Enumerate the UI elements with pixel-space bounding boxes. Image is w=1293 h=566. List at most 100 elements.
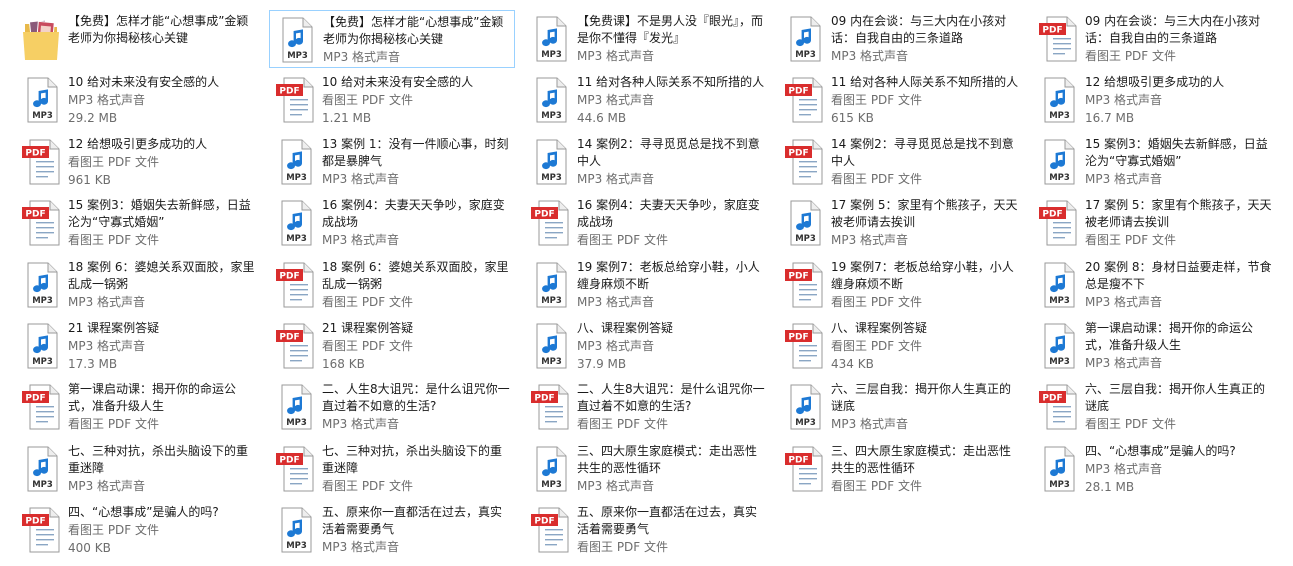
file-type: MP3 格式声音 <box>1085 356 1163 370</box>
file-item[interactable]: MP3 21 课程案例答疑 MP3 格式声音 17.3 MB <box>15 317 261 375</box>
file-item[interactable]: PDF 八、课程案例答疑 看图王 PDF 文件 434 KB <box>778 317 1024 375</box>
file-name: 八、课程案例答疑 <box>831 321 928 335</box>
mp3-file-icon: MP3 <box>275 507 315 553</box>
svg-text:MP3: MP3 <box>795 50 816 60</box>
file-item[interactable]: MP3 二、人生8大诅咒：是什么诅咒你一直过着不如意的生活? MP3 格式声音 <box>269 378 515 436</box>
file-item[interactable]: MP3 【免费课】不是男人没『眼光』，而是你不懂得『发光』 MP3 格式声音 <box>524 10 770 68</box>
file-item[interactable]: PDF 12 给想吸引更多成功的人 看图王 PDF 文件 961 KB <box>15 133 261 191</box>
file-item[interactable]: 【免费】怎样才能“心想事成”金颖老师为你揭秘核心关键 <box>15 10 261 68</box>
file-text: 七、三种对抗，杀出头脑设下的重重迷障 MP3 格式声音 <box>68 443 259 495</box>
file-item[interactable]: PDF 二、人生8大诅咒：是什么诅咒你一直过着不如意的生活? 看图王 PDF 文… <box>524 378 770 436</box>
pdf-file-icon: PDF <box>530 200 570 246</box>
file-size: 434 KB <box>831 357 874 371</box>
svg-text:MP3: MP3 <box>541 50 562 60</box>
file-item[interactable]: MP3 四、“心想事成”是骗人的吗? MP3 格式声音 28.1 MB <box>1032 440 1278 498</box>
file-name: 09 内在会谈：与三大内在小孩对话：自我自由的三条道路 <box>831 14 1007 45</box>
file-item[interactable]: PDF 三、四大原生家庭模式：走出恶性共生的恶性循环 看图王 PDF 文件 <box>778 440 1024 498</box>
file-item[interactable]: MP3 三、四大原生家庭模式：走出恶性共生的恶性循环 MP3 格式声音 <box>524 440 770 498</box>
file-item[interactable]: MP3 15 案例3：婚姻失去新鲜感，日益沦为“守寡式婚姻” MP3 格式声音 <box>1032 133 1278 191</box>
pdf-file-icon: PDF <box>1038 384 1078 430</box>
file-name: 18 案例 6：婆媳关系双面胶，家里乱成一锅粥 <box>68 259 255 291</box>
file-name: 12 给想吸引更多成功的人 <box>68 136 208 151</box>
file-text: 【免费】怎样才能“心想事成”金颖老师为你揭秘核心关键 MP3 格式声音 <box>323 14 512 66</box>
file-name: 第一课启动课：揭开你的命运公式，准备升级人生 <box>68 382 237 414</box>
file-item[interactable]: MP3 八、课程案例答疑 MP3 格式声音 37.9 MB <box>524 317 770 375</box>
file-type: MP3 格式声音 <box>323 50 401 64</box>
svg-text:MP3: MP3 <box>32 357 53 367</box>
file-item[interactable]: MP3 16 案例4：夫妻天天争吵，家庭变成战场 MP3 格式声音 <box>269 194 515 252</box>
mp3-file-icon: MP3 <box>530 16 570 62</box>
pdf-file-icon: PDF <box>530 507 570 553</box>
file-item[interactable]: PDF 六、三层自我：揭开你人生真正的谜底 看图王 PDF 文件 <box>1032 378 1278 436</box>
file-name: 11 给对各种人际关系不知所措的人 <box>831 75 1019 90</box>
file-name: 17 案例 5：家里有个熊孩子，天天被老师请去挨训 <box>1085 198 1272 230</box>
file-type: MP3 格式声音 <box>322 417 400 432</box>
mp3-file-icon: MP3 <box>275 384 315 430</box>
file-item[interactable]: MP3 17 案例 5：家里有个熊孩子，天天被老师请去挨训 MP3 格式声音 <box>778 194 1024 252</box>
file-item[interactable]: MP3 七、三种对抗，杀出头脑设下的重重迷障 MP3 格式声音 <box>15 440 261 498</box>
file-text: 六、三层自我：揭开你人生真正的谜底 看图王 PDF 文件 <box>1085 381 1276 433</box>
file-text: 13 案例 1：没有一件顺心事，时刻都是暴脾气 MP3 格式声音 <box>322 136 513 188</box>
file-item[interactable]: PDF 四、“心想事成”是骗人的吗? 看图王 PDF 文件 400 KB <box>15 501 261 559</box>
mp3-file-icon: MP3 <box>530 77 570 123</box>
file-item[interactable]: MP3 13 案例 1：没有一件顺心事，时刻都是暴脾气 MP3 格式声音 <box>269 133 515 191</box>
file-item[interactable]: PDF 五、原来你一直都活在过去，真实活着需要勇气 看图王 PDF 文件 <box>524 501 770 559</box>
file-size: 16.7 MB <box>1085 111 1135 126</box>
svg-text:MP3: MP3 <box>1049 111 1070 121</box>
file-name: 四、“心想事成”是骗人的吗? <box>1085 443 1236 458</box>
file-item[interactable]: MP3 10 给对未来没有安全感的人 MP3 格式声音 29.2 MB <box>15 71 261 129</box>
file-type: 看图王 PDF 文件 <box>831 294 923 309</box>
mp3-file-icon: MP3 <box>21 262 61 308</box>
file-item[interactable]: PDF 18 案例 6：婆媳关系双面胶，家里乱成一锅粥 看图王 PDF 文件 <box>269 256 515 314</box>
file-type: MP3 格式声音 <box>577 49 655 63</box>
svg-text:PDF: PDF <box>788 87 808 97</box>
file-item[interactable]: PDF 第一课启动课：揭开你的命运公式，准备升级人生 看图王 PDF 文件 <box>15 378 261 436</box>
svg-text:PDF: PDF <box>534 517 554 527</box>
file-item[interactable]: PDF 七、三种对抗，杀出头脑设下的重重迷障 看图王 PDF 文件 <box>269 440 515 498</box>
file-item[interactable]: PDF 14 案例2：寻寻觅觅总是找不到意中人 看图王 PDF 文件 <box>778 133 1024 191</box>
file-item[interactable]: MP3 09 内在会谈：与三大内在小孩对话：自我自由的三条道路 MP3 格式声音 <box>778 10 1024 68</box>
pdf-file-icon: PDF <box>275 323 315 369</box>
file-item[interactable]: PDF 16 案例4：夫妻天天争吵，家庭变成战场 看图王 PDF 文件 <box>524 194 770 252</box>
file-text: 【免费】怎样才能“心想事成”金颖老师为你揭秘核心关键 <box>68 13 259 47</box>
file-item[interactable]: MP3 12 给想吸引更多成功的人 MP3 格式声音 16.7 MB <box>1032 71 1278 129</box>
file-item[interactable]: MP3 11 给对各种人际关系不知所措的人 MP3 格式声音 44.6 MB <box>524 71 770 129</box>
file-item[interactable]: PDF 17 案例 5：家里有个熊孩子，天天被老师请去挨训 看图王 PDF 文件 <box>1032 194 1278 252</box>
file-text: 六、三层自我：揭开你人生真正的谜底 MP3 格式声音 <box>831 381 1022 433</box>
file-item[interactable]: PDF 11 给对各种人际关系不知所措的人 看图王 PDF 文件 615 KB <box>778 71 1024 129</box>
mp3-file-icon: MP3 <box>21 446 61 492</box>
pdf-file-icon: PDF <box>21 507 61 553</box>
pdf-file-icon: PDF <box>275 446 315 492</box>
file-text: 11 给对各种人际关系不知所措的人 看图王 PDF 文件 615 KB <box>831 74 1022 127</box>
file-name: 【免费】怎样才能“心想事成”金颖老师为你揭秘核心关键 <box>68 14 249 45</box>
file-item[interactable]: PDF 21 课程案例答疑 看图王 PDF 文件 168 KB <box>269 317 515 375</box>
file-item[interactable]: PDF 10 给对未来没有安全感的人 看图王 PDF 文件 1.21 MB <box>269 71 515 129</box>
file-type: 看图王 PDF 文件 <box>322 294 414 309</box>
file-name: 19 案例7：老板总给穿小鞋，小人缠身麻烦不断 <box>831 259 1014 291</box>
file-text: 二、人生8大诅咒：是什么诅咒你一直过着不如意的生活? 看图王 PDF 文件 <box>577 381 768 433</box>
file-name: 14 案例2：寻寻觅觅总是找不到意中人 <box>831 136 1014 168</box>
svg-text:PDF: PDF <box>788 455 808 465</box>
file-item[interactable]: MP3 五、原来你一直都活在过去，真实活着需要勇气 MP3 格式声音 <box>269 501 515 559</box>
file-item[interactable]: MP3 第一课启动课：揭开你的命运公式，准备升级人生 MP3 格式声音 <box>1032 317 1278 375</box>
file-name: 12 给想吸引更多成功的人 <box>1085 75 1225 90</box>
file-text: 二、人生8大诅咒：是什么诅咒你一直过着不如意的生活? MP3 格式声音 <box>322 381 513 433</box>
file-item[interactable]: PDF 19 案例7：老板总给穿小鞋，小人缠身麻烦不断 看图王 PDF 文件 <box>778 256 1024 314</box>
file-text: 五、原来你一直都活在过去，真实活着需要勇气 MP3 格式声音 <box>322 504 513 556</box>
file-item[interactable]: PDF 15 案例3：婚姻失去新鲜感，日益沦为“守寡式婚姻” 看图王 PDF 文… <box>15 194 261 252</box>
file-name: 【免费课】不是男人没『眼光』，而是你不懂得『发光』 <box>577 14 764 45</box>
file-item[interactable]: MP3 【免费】怎样才能“心想事成”金颖老师为你揭秘核心关键 MP3 格式声音 <box>269 10 515 68</box>
file-item[interactable]: MP3 六、三层自我：揭开你人生真正的谜底 MP3 格式声音 <box>778 378 1024 436</box>
file-item[interactable]: MP3 18 案例 6：婆媳关系双面胶，家里乱成一锅粥 MP3 格式声音 <box>15 256 261 314</box>
file-type: MP3 格式声音 <box>577 294 655 309</box>
file-type: MP3 格式声音 <box>1085 171 1163 186</box>
file-item[interactable]: MP3 20 案例 8：身材日益要走样，节食总是瘦不下 MP3 格式声音 <box>1032 256 1278 314</box>
svg-text:PDF: PDF <box>25 394 45 404</box>
file-item[interactable]: PDF 09 内在会谈：与三大内在小孩对话：自我自由的三条道路 看图王 PDF … <box>1032 10 1278 68</box>
file-text: 09 内在会谈：与三大内在小孩对话：自我自由的三条道路 MP3 格式声音 <box>831 13 1022 65</box>
file-item[interactable]: MP3 19 案例7：老板总给穿小鞋，小人缠身麻烦不断 MP3 格式声音 <box>524 256 770 314</box>
file-item[interactable]: MP3 14 案例2：寻寻觅觅总是找不到意中人 MP3 格式声音 <box>524 133 770 191</box>
file-type: MP3 格式声音 <box>831 417 909 432</box>
file-type: 看图王 PDF 文件 <box>1085 233 1177 248</box>
file-name: 六、三层自我：揭开你人生真正的谜底 <box>1085 382 1266 414</box>
